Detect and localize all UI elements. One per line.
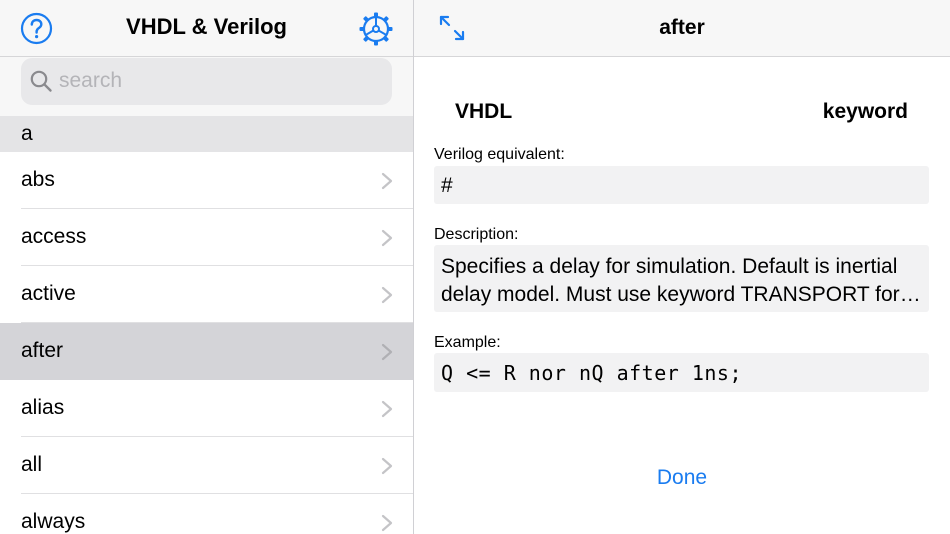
section-header-label: a: [21, 122, 33, 145]
detail-navigation-bar: after: [414, 0, 950, 57]
search-bar: [0, 57, 413, 116]
master-navigation-bar: VHDL & Verilog: [0, 0, 413, 57]
list-item-label: abs: [21, 168, 55, 191]
chevron-right-icon: [381, 457, 393, 475]
list-item-label: access: [21, 225, 87, 248]
detail-pane: after VHDL keyword Verilog equivalent: #…: [414, 0, 950, 534]
description-value: Specifies a delay for simulation. Defaul…: [441, 255, 900, 306]
detail-title: after: [659, 16, 705, 39]
kind-label: keyword: [822, 100, 908, 123]
example-code: Q <= R nor nQ after 1ns;: [441, 361, 742, 385]
keyword-list: abs access active after alias all always: [0, 152, 413, 534]
section-header: a: [0, 116, 413, 152]
chevron-right-icon: [381, 514, 393, 532]
list-item-label: all: [21, 453, 43, 476]
settings-button[interactable]: [358, 11, 394, 47]
magnifier-icon: [30, 70, 52, 92]
search-field[interactable]: [21, 58, 392, 105]
language-label: VHDL: [455, 100, 513, 123]
app-title: VHDL & Verilog: [126, 14, 287, 39]
list-item[interactable]: all: [0, 437, 413, 494]
chevron-right-icon: [381, 286, 393, 304]
chevron-right-icon: [381, 343, 393, 361]
description-label: Description:: [434, 226, 519, 243]
description-box: Specifies a delay for simulation. Defaul…: [434, 245, 929, 312]
list-item-label: always: [21, 510, 86, 533]
list-item[interactable]: active: [0, 266, 413, 323]
list-item[interactable]: always: [0, 494, 413, 534]
list-item[interactable]: access: [0, 209, 413, 266]
list-item-label: active: [21, 282, 76, 305]
search-input[interactable]: [59, 66, 379, 96]
list-item[interactable]: alias: [0, 380, 413, 437]
verilog-equivalent-box: #: [434, 166, 929, 204]
example-label: Example:: [434, 334, 501, 351]
master-pane: VHDL & Verilog search a abs access activ…: [0, 0, 413, 534]
chevron-right-icon: [381, 172, 393, 190]
list-item-label: after: [21, 339, 64, 362]
gear-icon: [359, 12, 393, 46]
verilog-equivalent-value: #: [441, 174, 453, 197]
chevron-right-icon: [381, 400, 393, 418]
list-item-label: alias: [21, 396, 65, 419]
list-item-selected[interactable]: after: [0, 323, 413, 380]
chevron-right-icon: [381, 229, 393, 247]
list-item[interactable]: abs: [0, 152, 413, 209]
done-button[interactable]: Done: [414, 466, 950, 490]
verilog-equivalent-label: Verilog equivalent:: [434, 146, 565, 163]
example-box: Q <= R nor nQ after 1ns;: [434, 353, 929, 392]
